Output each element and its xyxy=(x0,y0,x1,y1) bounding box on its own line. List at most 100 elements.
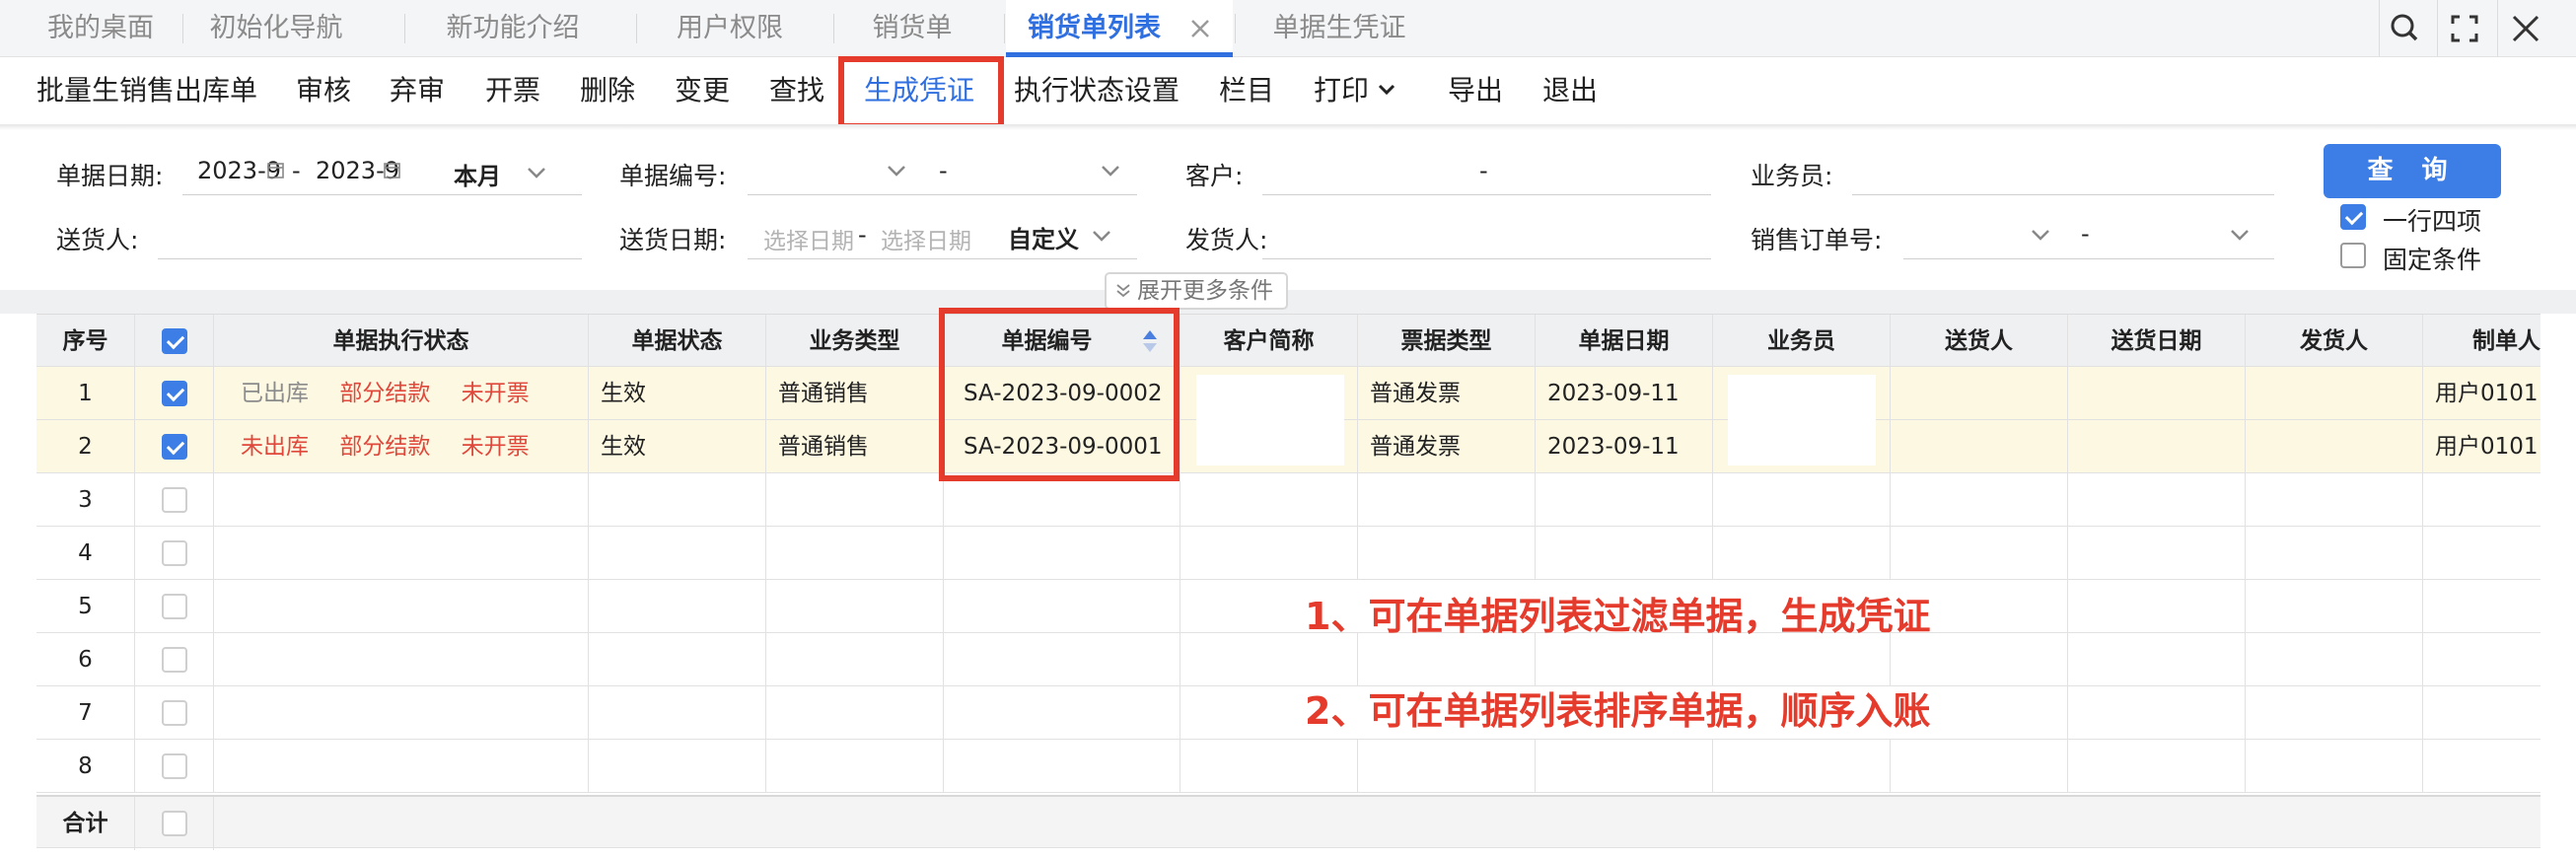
select-all-checkbox[interactable] xyxy=(162,328,187,354)
tab-divider xyxy=(1235,14,1236,43)
row-select[interactable] xyxy=(135,740,214,793)
redacted-salesman xyxy=(1728,375,1876,465)
table-row[interactable]: 6 xyxy=(36,633,2540,686)
empty-cell xyxy=(2068,527,2246,580)
shipper-label: 发货人: xyxy=(1185,226,1268,254)
table-row[interactable]: 4 xyxy=(36,527,2540,580)
change-button[interactable]: 变更 xyxy=(675,57,730,124)
tab-doc-to-voucher[interactable]: 单据生凭证 xyxy=(1241,0,1438,56)
col-header-doc-date[interactable]: 单据日期 xyxy=(1536,315,1713,368)
tab-divider xyxy=(636,14,637,43)
delivery-date-from[interactable]: 选择日期 xyxy=(763,222,854,255)
search-icon[interactable] xyxy=(2384,8,2425,49)
row-doc-status: 生效 xyxy=(589,420,766,473)
approve-button[interactable]: 审核 xyxy=(296,57,351,124)
fixed-conditions-checkbox[interactable] xyxy=(2340,243,2366,268)
col-header-bill-type[interactable]: 票据类型 xyxy=(1358,315,1536,368)
exec-status-settings-button[interactable]: 执行状态设置 xyxy=(1014,57,1180,124)
row-no: 4 xyxy=(36,527,135,580)
table-row[interactable]: 8 xyxy=(36,740,2540,793)
columns-button[interactable]: 栏目 xyxy=(1219,57,1274,124)
row-select[interactable] xyxy=(135,367,214,420)
doc-no-underline[interactable] xyxy=(748,194,1137,195)
query-button[interactable]: 查 询 xyxy=(2324,144,2501,198)
batch-outbound-button[interactable]: 批量生销售出库单 xyxy=(36,57,257,124)
tab-sales-list-label: 销货单列表 xyxy=(1028,13,1161,43)
chevron-down-icon[interactable] xyxy=(886,164,907,178)
empty-cell xyxy=(944,740,1181,793)
row-checkbox[interactable] xyxy=(162,700,187,726)
deliverer-input[interactable] xyxy=(158,258,582,259)
tab-new-features[interactable]: 新功能介绍 xyxy=(414,0,611,56)
chevron-down-icon[interactable] xyxy=(1100,164,1121,178)
delivery-date-range-select[interactable]: 自定义 xyxy=(1008,220,1079,254)
sales-order-sep: - xyxy=(2081,220,2090,248)
chevron-down-icon[interactable] xyxy=(2229,228,2251,242)
row-select[interactable] xyxy=(135,633,214,686)
row-select[interactable] xyxy=(135,527,214,580)
doc-no-sep: - xyxy=(939,157,948,184)
col-header-deliverer[interactable]: 送货人 xyxy=(1891,315,2068,368)
tab-my-desktop[interactable]: 我的桌面 xyxy=(22,0,179,56)
row-checkbox[interactable] xyxy=(162,594,187,619)
expand-more-button[interactable]: 展开更多条件 xyxy=(1105,272,1288,310)
empty-cell xyxy=(214,633,589,686)
chevron-down-icon[interactable] xyxy=(2030,228,2051,242)
row-checkbox[interactable] xyxy=(162,753,187,779)
one-row-four-checkbox[interactable] xyxy=(2340,204,2366,230)
table-row[interactable]: 3 xyxy=(36,473,2540,527)
chevron-down-icon[interactable] xyxy=(1091,229,1112,243)
col-header-doc-status[interactable]: 单据状态 xyxy=(589,315,766,368)
close-window-icon[interactable] xyxy=(2505,8,2546,49)
empty-cell xyxy=(214,580,589,633)
empty-cell xyxy=(2068,580,2246,633)
print-button[interactable]: 打印 xyxy=(1314,57,1395,124)
delete-button[interactable]: 删除 xyxy=(580,57,635,124)
row-checkbox[interactable] xyxy=(162,381,187,406)
row-select[interactable] xyxy=(135,473,214,527)
customer-input[interactable] xyxy=(1262,194,1711,195)
row-checkbox[interactable] xyxy=(162,487,187,513)
table-row[interactable]: 7 xyxy=(36,686,2540,740)
salesman-input[interactable] xyxy=(1852,194,2274,195)
col-header-shipper[interactable]: 发货人 xyxy=(2246,315,2423,368)
col-header-no[interactable]: 序号 xyxy=(36,315,135,368)
chevron-down-icon[interactable] xyxy=(526,166,547,179)
exit-button[interactable]: 退出 xyxy=(1542,57,1598,124)
tab-sales-doc[interactable]: 销货单 xyxy=(838,0,986,56)
tab-init-guide[interactable]: 初始化导航 xyxy=(187,0,365,56)
tab-divider xyxy=(182,14,183,43)
delivery-date-to[interactable]: 选择日期 xyxy=(881,222,971,255)
row-checkbox[interactable] xyxy=(162,540,187,566)
close-icon[interactable] xyxy=(1185,14,1215,43)
col-header-delivery-date[interactable]: 送货日期 xyxy=(2068,315,2246,368)
tab-user-permissions[interactable]: 用户权限 xyxy=(641,0,819,56)
calendar-icon[interactable] xyxy=(266,160,286,179)
col-header-customer[interactable]: 客户简称 xyxy=(1181,315,1358,368)
row-select[interactable] xyxy=(135,686,214,740)
shipper-input[interactable] xyxy=(1262,258,1711,259)
col-header-maker[interactable]: 制单人 xyxy=(2423,315,2540,368)
empty-cell xyxy=(766,740,944,793)
empty-cell xyxy=(2246,686,2423,740)
fullscreen-icon[interactable] xyxy=(2444,8,2485,49)
row-select[interactable] xyxy=(135,420,214,473)
col-header-exec-status[interactable]: 单据执行状态 xyxy=(214,315,589,368)
col-header-salesman[interactable]: 业务员 xyxy=(1713,315,1891,368)
find-button[interactable]: 查找 xyxy=(769,57,824,124)
row-no: 3 xyxy=(36,473,135,527)
invoice-button[interactable]: 开票 xyxy=(485,57,540,124)
col-header-biz-type[interactable]: 业务类型 xyxy=(766,315,944,368)
doc-date-range-select[interactable]: 本月 xyxy=(454,157,501,191)
row-checkbox[interactable] xyxy=(162,647,187,673)
unapprove-button[interactable]: 弃审 xyxy=(390,57,445,124)
export-button[interactable]: 导出 xyxy=(1448,57,1503,124)
col-header-select[interactable] xyxy=(135,315,214,368)
row-select[interactable] xyxy=(135,580,214,633)
row-checkbox[interactable] xyxy=(162,434,187,460)
table-row[interactable]: 5 xyxy=(36,580,2540,633)
empty-cell xyxy=(2246,527,2423,580)
empty-cell xyxy=(766,686,944,740)
empty-cell xyxy=(1713,633,1891,686)
calendar-icon[interactable] xyxy=(383,160,402,179)
